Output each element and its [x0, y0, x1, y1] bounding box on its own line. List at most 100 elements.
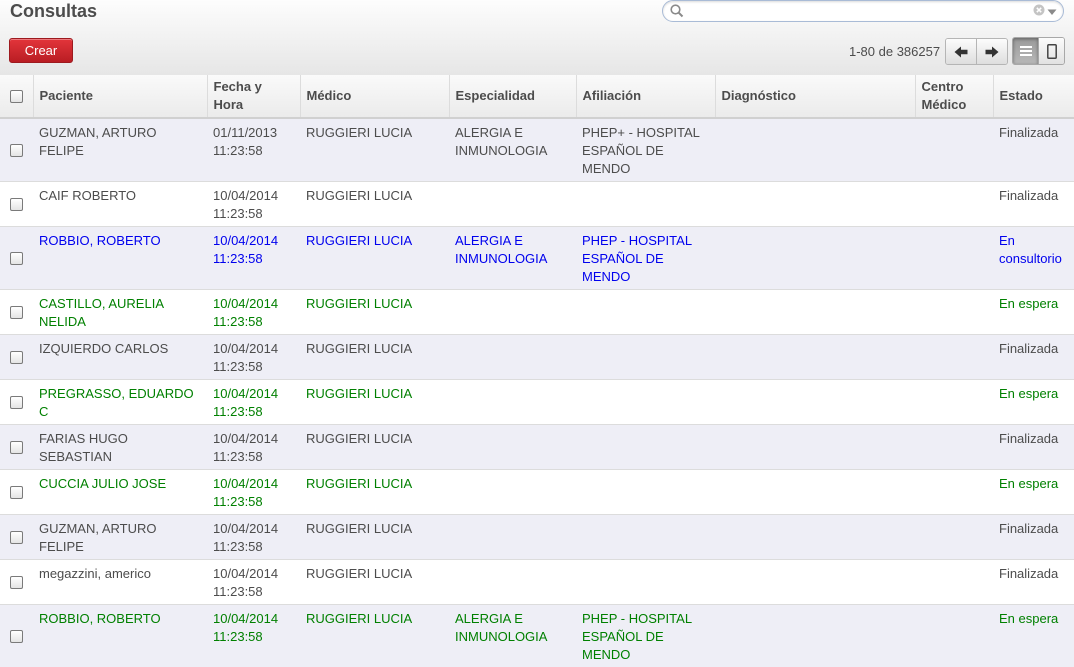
cell-estado: En espera [993, 380, 1074, 425]
cell-diagnostico [715, 290, 915, 335]
row-select-cell [0, 182, 33, 227]
row-select-cell [0, 425, 33, 470]
cell-diagnostico [715, 182, 915, 227]
cell-fecha: 10/04/2014 11:23:58 [207, 182, 300, 227]
form-view-button[interactable] [1038, 38, 1064, 64]
cell-diagnostico [715, 118, 915, 182]
cell-fecha: 10/04/2014 11:23:58 [207, 470, 300, 515]
table-row[interactable]: FARIAS HUGO SEBASTIAN10/04/2014 11:23:58… [0, 425, 1074, 470]
column-header-diagnostico[interactable]: Diagnóstico [715, 75, 915, 118]
row-select-cell [0, 470, 33, 515]
column-header-especialidad[interactable]: Especialidad [449, 75, 576, 118]
table-row[interactable]: CAIF ROBERTO10/04/2014 11:23:58RUGGIERI … [0, 182, 1074, 227]
column-header-centro[interactable]: Centro Médico [915, 75, 993, 118]
cell-centro [915, 335, 993, 380]
cell-estado: Finalizada [993, 118, 1074, 182]
cell-diagnostico [715, 227, 915, 290]
pager-next-button[interactable] [976, 39, 1007, 64]
cell-estado: Finalizada [993, 182, 1074, 227]
cell-medico: RUGGIERI LUCIA [300, 380, 449, 425]
arrow-left-icon [954, 46, 968, 58]
row-checkbox[interactable] [10, 198, 23, 211]
cell-estado: Finalizada [993, 335, 1074, 380]
search-box[interactable] [662, 0, 1064, 22]
table-row[interactable]: CUCCIA JULIO JOSE10/04/2014 11:23:58RUGG… [0, 470, 1074, 515]
row-checkbox[interactable] [10, 531, 23, 544]
cell-diagnostico [715, 605, 915, 667]
cell-estado: En espera [993, 470, 1074, 515]
row-checkbox[interactable] [10, 144, 23, 157]
row-checkbox[interactable] [10, 630, 23, 643]
cell-paciente: ROBBIO, ROBERTO [33, 605, 207, 667]
row-checkbox[interactable] [10, 576, 23, 589]
cell-paciente: PREGRASSO, EDUARDO C [33, 380, 207, 425]
row-select-cell [0, 380, 33, 425]
cell-afiliacion [576, 515, 715, 560]
search-options-dropdown-icon[interactable] [1047, 5, 1057, 15]
cell-paciente: megazzini, americo [33, 560, 207, 605]
table-row[interactable]: IZQUIERDO CARLOS10/04/2014 11:23:58RUGGI… [0, 335, 1074, 380]
cell-fecha: 10/04/2014 11:23:58 [207, 227, 300, 290]
select-all-cell [0, 75, 33, 118]
table-row[interactable]: megazzini, americo10/04/2014 11:23:58RUG… [0, 560, 1074, 605]
cell-medico: RUGGIERI LUCIA [300, 425, 449, 470]
table-row[interactable]: CASTILLO, AURELIA NELIDA10/04/2014 11:23… [0, 290, 1074, 335]
cell-medico: RUGGIERI LUCIA [300, 182, 449, 227]
cell-diagnostico [715, 560, 915, 605]
row-checkbox[interactable] [10, 252, 23, 265]
cell-fecha: 10/04/2014 11:23:58 [207, 560, 300, 605]
row-checkbox[interactable] [10, 441, 23, 454]
cell-paciente: CASTILLO, AURELIA NELIDA [33, 290, 207, 335]
column-header-paciente[interactable]: Paciente [33, 75, 207, 118]
cell-estado: En espera [993, 605, 1074, 667]
table-row[interactable]: GUZMAN, ARTURO FELIPE10/04/2014 11:23:58… [0, 515, 1074, 560]
cell-especialidad [449, 425, 576, 470]
cell-paciente: ROBBIO, ROBERTO [33, 227, 207, 290]
cell-estado: En espera [993, 290, 1074, 335]
cell-especialidad [449, 560, 576, 605]
cell-medico: RUGGIERI LUCIA [300, 470, 449, 515]
cell-afiliacion [576, 290, 715, 335]
column-header-estado[interactable]: Estado [993, 75, 1074, 118]
row-checkbox[interactable] [10, 351, 23, 364]
clear-search-icon[interactable] [1033, 4, 1045, 16]
list-view-button[interactable] [1013, 38, 1038, 64]
table-row[interactable]: ROBBIO, ROBERTO10/04/2014 11:23:58RUGGIE… [0, 227, 1074, 290]
pager-previous-button[interactable] [946, 39, 976, 64]
table-row[interactable]: ROBBIO, ROBERTO10/04/2014 11:23:58RUGGIE… [0, 605, 1074, 667]
row-checkbox[interactable] [10, 306, 23, 319]
column-header-afiliacion[interactable]: Afiliación [576, 75, 715, 118]
search-input[interactable] [689, 3, 993, 20]
cell-centro [915, 290, 993, 335]
row-select-cell [0, 605, 33, 667]
cell-afiliacion [576, 425, 715, 470]
cell-estado: Finalizada [993, 515, 1074, 560]
cell-especialidad [449, 380, 576, 425]
row-select-cell [0, 118, 33, 182]
create-button[interactable]: Crear [9, 38, 73, 63]
cell-centro [915, 515, 993, 560]
cell-especialidad [449, 515, 576, 560]
cell-diagnostico [715, 515, 915, 560]
table-row[interactable]: PREGRASSO, EDUARDO C10/04/2014 11:23:58R… [0, 380, 1074, 425]
column-header-medico[interactable]: Médico [300, 75, 449, 118]
row-checkbox[interactable] [10, 486, 23, 499]
cell-paciente: CUCCIA JULIO JOSE [33, 470, 207, 515]
cell-afiliacion [576, 380, 715, 425]
row-select-cell [0, 290, 33, 335]
search-icon [669, 3, 685, 19]
cell-paciente: IZQUIERDO CARLOS [33, 335, 207, 380]
cell-centro [915, 425, 993, 470]
cell-paciente: GUZMAN, ARTURO FELIPE [33, 515, 207, 560]
row-checkbox[interactable] [10, 396, 23, 409]
row-select-cell [0, 560, 33, 605]
cell-especialidad: ALERGIA E INMUNOLOGIA [449, 118, 576, 182]
column-header-fecha[interactable]: Fecha y Hora [207, 75, 300, 118]
table-row[interactable]: GUZMAN, ARTURO FELIPE01/11/2013 11:23:58… [0, 118, 1074, 182]
cell-afiliacion: PHEP - HOSPITAL ESPAÑOL DE MENDO [576, 605, 715, 667]
cell-fecha: 10/04/2014 11:23:58 [207, 425, 300, 470]
page-title: Consultas [10, 1, 97, 22]
cell-afiliacion [576, 470, 715, 515]
list-icon [1020, 46, 1032, 56]
select-all-checkbox[interactable] [10, 90, 23, 103]
